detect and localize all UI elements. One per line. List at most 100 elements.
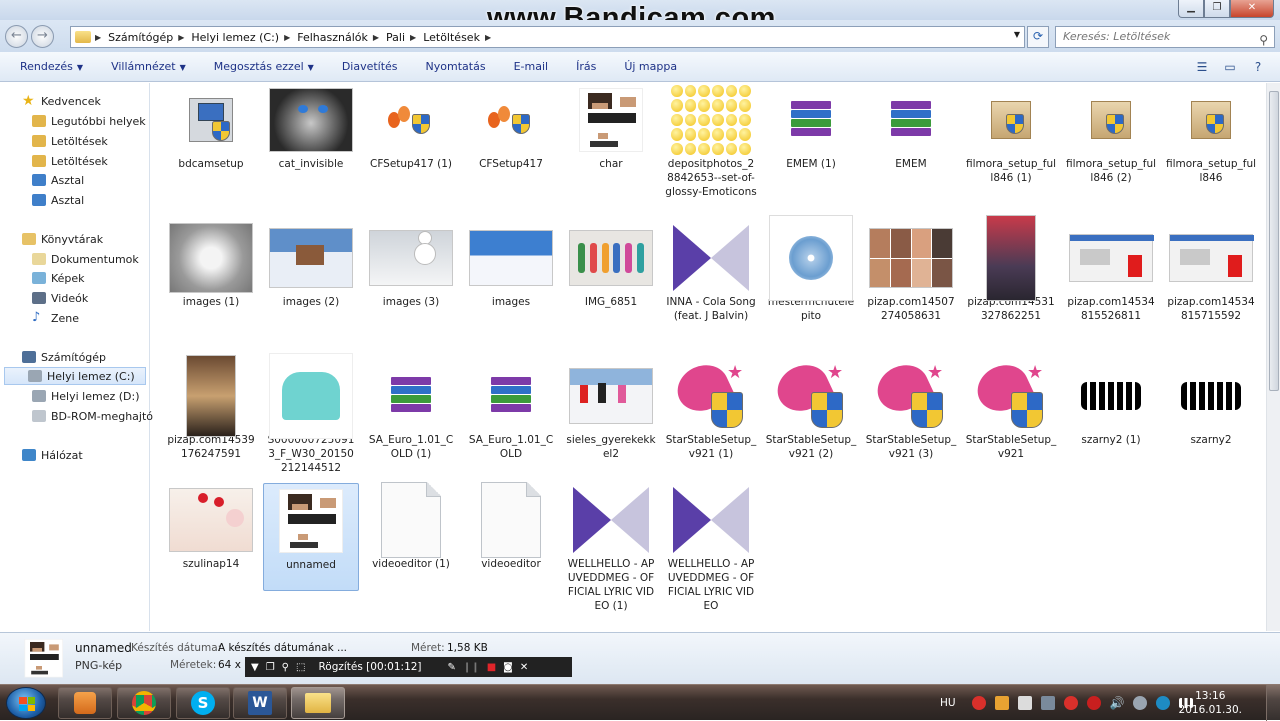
tray-gear-icon[interactable] [1132,696,1147,710]
file-item[interactable]: filmora_setup_full846 (2) [1063,83,1159,185]
taskbar-media-player[interactable] [58,687,112,719]
sidebar-item-computer[interactable]: Számítógép [22,348,106,366]
pen-icon[interactable]: ✎ [448,662,456,673]
minimize-button[interactable]: ▁ [1178,0,1204,18]
file-item[interactable]: videoeditor (1) [363,482,459,571]
clock[interactable]: 13:16 2016.01.30. [1179,689,1242,717]
tray-network-icon[interactable] [1040,696,1055,710]
search-input[interactable]: Keresés: Letöltések ⚲ [1055,26,1275,48]
close-icon[interactable]: ✕ [520,662,528,673]
slideshow-button[interactable]: Diavetítés [342,60,398,73]
file-item[interactable]: INNA - Cola Song (feat. J Balvin) [663,221,759,323]
file-item[interactable]: char [563,83,659,171]
sidebar-item-bd-rom[interactable]: BD-ROM-meghajtó [32,407,153,425]
camera-icon[interactable]: ◙ [503,662,513,673]
file-item[interactable]: S0000007250913_F_W30_20150212144512 [263,353,359,475]
burn-button[interactable]: Írás [576,60,596,73]
file-item[interactable]: pizap.com14534815526811 [1063,221,1159,323]
tray-security-icon[interactable] [1155,696,1170,710]
file-item[interactable]: filmora_setup_full846 [1163,83,1259,185]
vertical-scrollbar[interactable] [1266,83,1280,631]
taskbar-explorer[interactable] [291,687,345,719]
breadcrumb-downloads[interactable]: Letöltések [423,31,480,44]
sidebar-item-videos[interactable]: Videók [32,289,88,307]
maximize-button[interactable]: ❐ [1204,0,1230,18]
file-item[interactable]: pizap.com14531327862251 [963,215,1059,323]
stop-icon[interactable]: ■ [487,662,496,673]
taskbar-skype[interactable]: S [176,687,230,719]
language-indicator[interactable]: HU [940,697,956,709]
created-value[interactable]: A készítés dátumának ... [218,642,347,654]
file-item[interactable]: images (1) [163,221,259,309]
file-item[interactable]: sieles_gyerekekkel2 [563,359,659,461]
file-item[interactable]: filmora_setup_full846 (1) [963,83,1059,185]
breadcrumb-pali[interactable]: Pali [386,31,405,44]
zoom-icon[interactable]: ⚲ [282,662,289,673]
preview-pane-icon[interactable]: ▭ [1222,59,1238,75]
tray-bandicam-icon[interactable] [994,696,1009,710]
file-item[interactable]: ★ StarStableSetup_v921 [963,357,1059,461]
sidebar-item-downloads-2[interactable]: Letöltések [32,152,108,170]
sidebar-item-c-drive[interactable]: Helyi lemez (C:) [4,367,146,385]
sidebar-item-documents[interactable]: Dokumentumok [32,250,139,268]
taskbar-chrome[interactable] [117,687,171,719]
print-button[interactable]: Nyomtatás [426,60,486,73]
organize-button[interactable]: Rendezés ▼ [20,60,83,73]
region-icon[interactable]: ⬚ [296,662,305,673]
address-dropdown-icon[interactable]: ▼ [1014,30,1020,39]
tray-record-icon[interactable] [1063,696,1078,710]
file-item[interactable]: CFSetup417 (1) [363,83,459,171]
back-button[interactable]: ← [5,25,28,48]
sidebar-item-desktop-2[interactable]: Asztal [32,191,84,209]
tray-app-icon[interactable] [971,696,986,710]
dropdown-icon[interactable]: ▼ [251,662,259,673]
file-item[interactable]: images (2) [263,221,359,309]
sidebar-item-pictures[interactable]: Képek [32,269,85,287]
file-item[interactable]: pizap.com14507274058631 [863,221,959,323]
breadcrumb-c-drive[interactable]: Helyi lemez (C:) [191,31,279,44]
tray-flag-icon[interactable] [1017,696,1032,710]
file-item[interactable]: SA_Euro_1.01_COLD (1) [363,359,459,461]
file-item[interactable]: bdcamsetup [163,83,259,171]
new-folder-button[interactable]: Új mappa [624,60,677,73]
file-item[interactable]: mestermchutelepito [763,215,859,323]
sidebar-item-favorites[interactable]: ★ Kedvencek [22,92,101,110]
breadcrumb-users[interactable]: Felhasználók [297,31,368,44]
file-item[interactable]: pizap.com14539176247591 [163,355,259,461]
file-item[interactable]: unnamed [263,483,359,591]
file-item[interactable]: SA_Euro_1.01_COLD [463,359,559,461]
file-item[interactable]: EMEM [863,83,959,171]
file-item[interactable]: szulinap14 [163,483,259,571]
show-desktop-button[interactable] [1266,685,1280,721]
taskbar-word[interactable]: W [233,687,287,719]
sidebar-item-d-drive[interactable]: Helyi lemez (D:) [32,387,140,405]
preview-button[interactable]: Villámnézet ▼ [111,60,186,73]
sidebar-item-desktop[interactable]: Asztal [32,171,84,189]
file-item[interactable]: WELLHELLO - APUVEDDMEG - OFFICIAL LYRIC … [663,483,759,613]
sidebar-item-downloads[interactable]: Letöltések [32,132,108,150]
breadcrumb-computer[interactable]: Számítógép [108,31,173,44]
start-button[interactable] [6,687,46,719]
sidebar-item-music[interactable]: ♪ Zene [32,309,79,327]
volume-icon[interactable]: 🔊 [1110,696,1125,710]
file-item[interactable]: WELLHELLO - APUVEDDMEG - OFFICIAL LYRIC … [563,483,659,613]
file-item[interactable]: szarny2 (1) [1063,359,1159,447]
window-icon[interactable]: ❐ [266,662,275,673]
file-item[interactable]: images (3) [363,221,459,309]
sidebar-item-recent[interactable]: Legutóbbi helyek [32,112,146,130]
file-item[interactable]: images [463,221,559,309]
file-item[interactable]: EMEM (1) [763,83,859,171]
refresh-button[interactable]: ⟳ [1027,26,1049,48]
file-item[interactable]: ★ StarStableSetup_v921 (1) [663,357,759,461]
file-item[interactable]: CFSetup417 [463,83,559,171]
file-item[interactable]: cat_invisible [263,83,359,171]
close-button[interactable]: ✕ [1230,0,1274,18]
file-item[interactable]: IMG_6851 [563,221,659,309]
scrollbar-thumb[interactable] [1269,91,1279,391]
address-bar[interactable]: ▶ Számítógép ▶ Helyi lemez (C:) ▶ Felhas… [70,26,1025,48]
sidebar-item-network[interactable]: Hálózat [22,446,83,464]
sidebar-item-libraries[interactable]: Könyvtárak [22,230,103,248]
email-button[interactable]: E-mail [514,60,549,73]
file-item[interactable]: videoeditor [463,482,559,571]
forward-button[interactable]: → [31,25,54,48]
